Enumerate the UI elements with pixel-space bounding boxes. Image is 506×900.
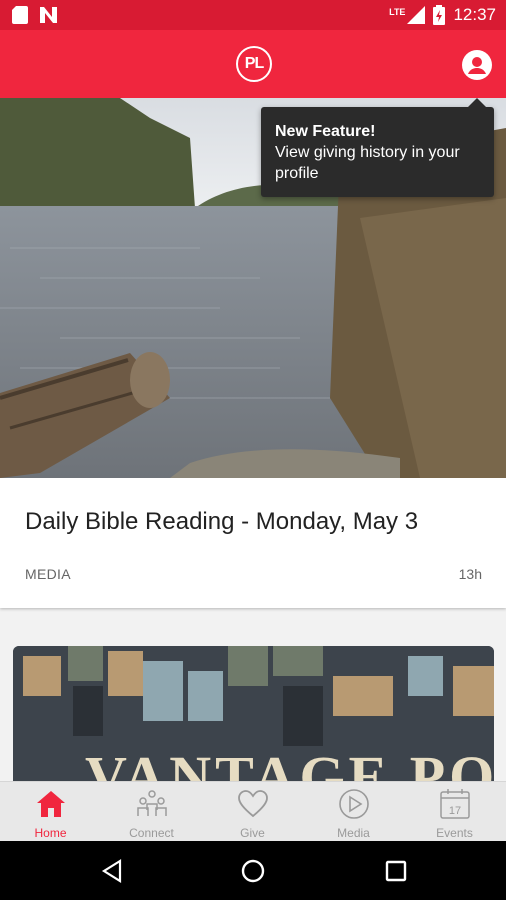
feed[interactable]: Daily Bible Reading - Monday, May 3 MEDI… [0, 98, 506, 781]
n-app-icon [40, 7, 57, 23]
tab-label: Home [34, 826, 67, 840]
profile-button[interactable] [462, 50, 492, 80]
calendar-icon: 17 [440, 789, 470, 819]
app-bar: PL [0, 30, 506, 98]
tooltip-title: New Feature! [275, 123, 376, 140]
card-image: VANTAGE POINT [13, 646, 494, 781]
calendar-day: 17 [449, 805, 461, 817]
clock: 12:37 [453, 5, 496, 24]
card-category: MEDIA [25, 566, 71, 582]
tab-connect[interactable]: Connect [101, 782, 202, 842]
feed-card[interactable]: VANTAGE POINT [13, 646, 494, 781]
home-circle-icon[interactable] [241, 859, 265, 883]
tab-label: Events [436, 826, 473, 840]
card-timestamp: 13h [458, 566, 482, 582]
battery-icon [433, 5, 446, 25]
play-circle-icon [339, 789, 369, 819]
back-icon[interactable] [100, 859, 124, 883]
card-title: Daily Bible Reading - Monday, May 3 [25, 508, 419, 535]
home-icon [37, 791, 65, 817]
app-logo[interactable]: PL [236, 46, 272, 82]
bottom-navigation: Home Connect Give Media 17 Events [0, 781, 506, 842]
connect-people-icon [137, 790, 167, 816]
card-image-text: VANTAGE POINT [85, 744, 494, 781]
new-feature-tooltip[interactable]: New Feature! View giving history in your… [261, 98, 494, 197]
sd-card-icon [12, 6, 28, 24]
status-bar: LTE 12:37 [0, 0, 506, 30]
tab-label: Connect [129, 826, 174, 840]
tab-media[interactable]: Media [303, 782, 404, 842]
profile-icon [468, 57, 486, 74]
tab-label: Give [240, 826, 265, 840]
tab-home[interactable]: Home [0, 782, 101, 842]
heart-icon [238, 790, 268, 818]
tab-label: Media [337, 826, 370, 840]
signal-icon [407, 6, 426, 24]
recents-icon[interactable] [385, 860, 407, 882]
tab-give[interactable]: Give [202, 782, 303, 842]
tab-events[interactable]: 17 Events [404, 782, 505, 842]
network-type: LTE [389, 7, 406, 17]
tooltip-message: View giving history in your profile [275, 144, 460, 182]
system-navigation-bar [0, 841, 506, 900]
